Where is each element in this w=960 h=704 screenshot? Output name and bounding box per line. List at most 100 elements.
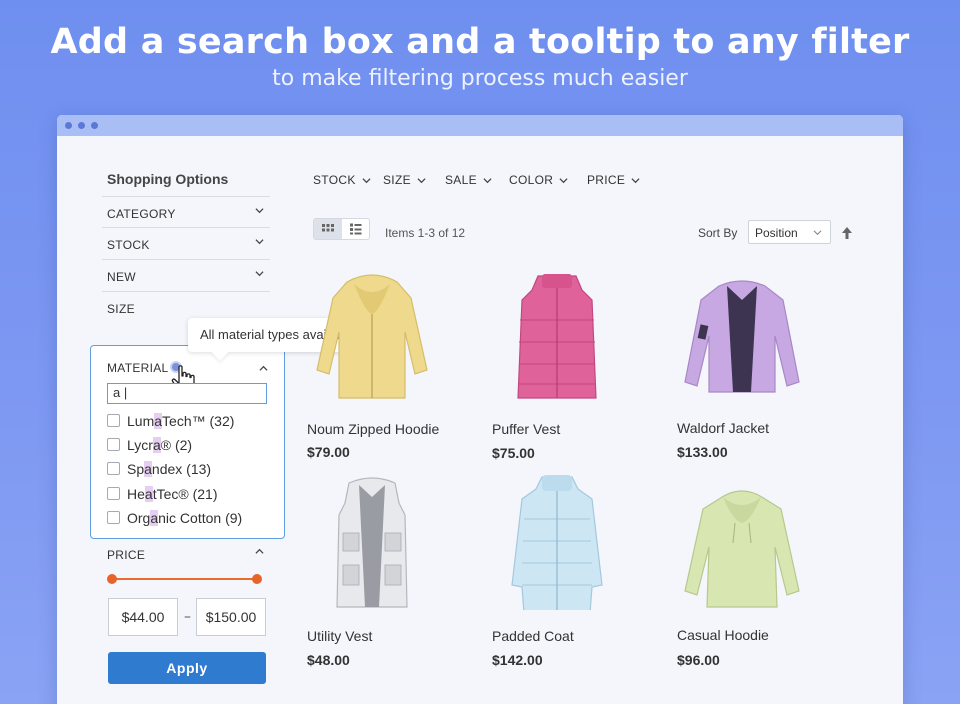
product-price: $133.00 bbox=[677, 444, 728, 460]
product-name[interactable]: Waldorf Jacket bbox=[677, 420, 769, 436]
product-price: $96.00 bbox=[677, 652, 720, 668]
view-mode-toggle bbox=[313, 218, 370, 240]
filter-label: PRICE bbox=[587, 173, 626, 187]
product-name[interactable]: Casual Hoodie bbox=[677, 627, 769, 643]
chevron-down-icon bbox=[255, 237, 264, 246]
chevron-down-icon bbox=[417, 176, 426, 185]
facet-label: NEW bbox=[107, 270, 136, 284]
window-dot-icon bbox=[65, 122, 72, 129]
facet-stock[interactable]: STOCK bbox=[102, 227, 270, 258]
product-price: $48.00 bbox=[307, 652, 350, 668]
checkbox[interactable] bbox=[107, 487, 120, 500]
slider-track bbox=[111, 578, 258, 580]
product-name[interactable]: Utility Vest bbox=[307, 628, 372, 644]
match-highlight: a bbox=[150, 510, 159, 526]
product-name[interactable]: Noum Zipped Hoodie bbox=[307, 421, 439, 437]
product-price: $142.00 bbox=[492, 652, 543, 668]
facet-new[interactable]: NEW bbox=[102, 259, 270, 290]
sort-selected-value: Position bbox=[755, 226, 798, 240]
option-text-post: Tech™ (32) bbox=[162, 413, 235, 429]
chevron-down-icon bbox=[362, 176, 371, 185]
filter-label: STOCK bbox=[313, 173, 356, 187]
chevron-up-icon bbox=[255, 547, 264, 556]
filter-label: SALE bbox=[445, 173, 477, 187]
match-highlight: a bbox=[144, 486, 153, 502]
sort-direction-arrow-icon[interactable] bbox=[841, 225, 853, 239]
chevron-down-icon bbox=[813, 228, 822, 237]
chevron-down-icon bbox=[483, 176, 492, 185]
window-dot-icon bbox=[78, 122, 85, 129]
window-dot-icon bbox=[91, 122, 98, 129]
pink-vest-image[interactable] bbox=[492, 270, 622, 405]
material-facet-label[interactable]: MATERIAL bbox=[107, 361, 169, 375]
product-price: $75.00 bbox=[492, 445, 535, 461]
product-name[interactable]: Padded Coat bbox=[492, 628, 574, 644]
browser-window: Shopping Options CATEGORY STOCK NEW SIZE… bbox=[57, 115, 903, 704]
filter-label: COLOR bbox=[509, 173, 554, 187]
banner-subline: to make filtering process much easier bbox=[272, 66, 688, 91]
price-range-dash: – bbox=[184, 609, 191, 625]
product-price: $79.00 bbox=[307, 444, 350, 460]
option-text-pre: Lycr bbox=[127, 437, 153, 453]
material-option-spandex[interactable]: Spandex (13) bbox=[107, 461, 211, 481]
facet-label: STOCK bbox=[107, 238, 150, 252]
items-count: Items 1-3 of 12 bbox=[385, 226, 466, 240]
material-option-lycra[interactable]: Lycra® (2) bbox=[107, 437, 192, 457]
top-filter-color[interactable]: COLOR bbox=[509, 173, 568, 187]
chevron-down-icon bbox=[631, 176, 640, 185]
option-text-post: ndex (13) bbox=[151, 461, 212, 477]
chevron-down-icon bbox=[255, 269, 264, 278]
sort-by-select[interactable]: Position bbox=[748, 220, 831, 244]
chevron-down-icon bbox=[559, 176, 568, 185]
grid-view-icon[interactable] bbox=[314, 219, 342, 239]
top-filter-stock[interactable]: STOCK bbox=[313, 173, 371, 187]
checkbox[interactable] bbox=[107, 414, 120, 427]
sort-by-label: Sort By bbox=[698, 226, 738, 240]
option-text-pre: Lum bbox=[127, 413, 155, 429]
checkbox[interactable] bbox=[107, 462, 120, 475]
option-text-post: nic Cotton (9) bbox=[158, 510, 243, 526]
facet-price[interactable]: PRICE bbox=[102, 538, 270, 569]
apply-button[interactable]: Apply bbox=[108, 652, 266, 684]
match-highlight: a bbox=[144, 461, 152, 477]
chevron-up-icon[interactable] bbox=[259, 364, 268, 373]
top-filter-size[interactable]: SIZE bbox=[383, 173, 426, 187]
option-text-pre: He bbox=[127, 486, 145, 502]
white-vest-image[interactable] bbox=[307, 475, 437, 610]
green-hoodie-image[interactable] bbox=[677, 475, 807, 610]
facet-label: PRICE bbox=[107, 548, 146, 562]
checkbox[interactable] bbox=[107, 511, 120, 524]
list-view-icon[interactable] bbox=[342, 219, 369, 239]
match-highlight: a bbox=[154, 413, 163, 429]
top-filter-price[interactable]: PRICE bbox=[587, 173, 640, 187]
option-text-post: ® (2) bbox=[160, 437, 193, 453]
lavender-jacket-image[interactable] bbox=[677, 270, 807, 405]
yellow-hoodie-image[interactable] bbox=[307, 270, 437, 405]
banner-headline: Add a search box and a tooltip to any fi… bbox=[50, 22, 910, 62]
facet-category[interactable]: CATEGORY bbox=[102, 196, 270, 227]
filter-label: SIZE bbox=[383, 173, 411, 187]
product-name[interactable]: Puffer Vest bbox=[492, 421, 560, 437]
slider-max-handle[interactable] bbox=[252, 574, 262, 584]
top-filter-sale[interactable]: SALE bbox=[445, 173, 492, 187]
match-highlight: a bbox=[152, 437, 161, 453]
price-min-input[interactable]: $44.00 bbox=[108, 598, 178, 636]
option-text-pre: Org bbox=[127, 510, 151, 526]
material-search-input[interactable]: a | bbox=[107, 383, 267, 404]
facet-label: CATEGORY bbox=[107, 207, 176, 221]
slider-min-handle[interactable] bbox=[107, 574, 117, 584]
material-option-lumatech[interactable]: LumaTech™ (32) bbox=[107, 413, 234, 433]
chevron-down-icon bbox=[255, 206, 264, 215]
material-option-heattec[interactable]: HeatTec® (21) bbox=[107, 486, 217, 506]
price-max-input[interactable]: $150.00 bbox=[196, 598, 266, 636]
checkbox[interactable] bbox=[107, 438, 120, 451]
material-filter-panel: MATERIAL a | LumaTech™ (32) Lycra® (2) S… bbox=[90, 345, 285, 539]
shopping-options-title: Shopping Options bbox=[107, 171, 229, 187]
option-text-post: tTec® (21) bbox=[152, 486, 218, 502]
window-titlebar bbox=[57, 115, 903, 136]
material-option-organic-cotton[interactable]: Organic Cotton (9) bbox=[107, 510, 242, 530]
facet-label: SIZE bbox=[107, 302, 135, 316]
price-range-slider[interactable] bbox=[107, 574, 262, 584]
text-caret: | bbox=[120, 385, 128, 400]
lightblue-coat-image[interactable] bbox=[492, 475, 622, 614]
